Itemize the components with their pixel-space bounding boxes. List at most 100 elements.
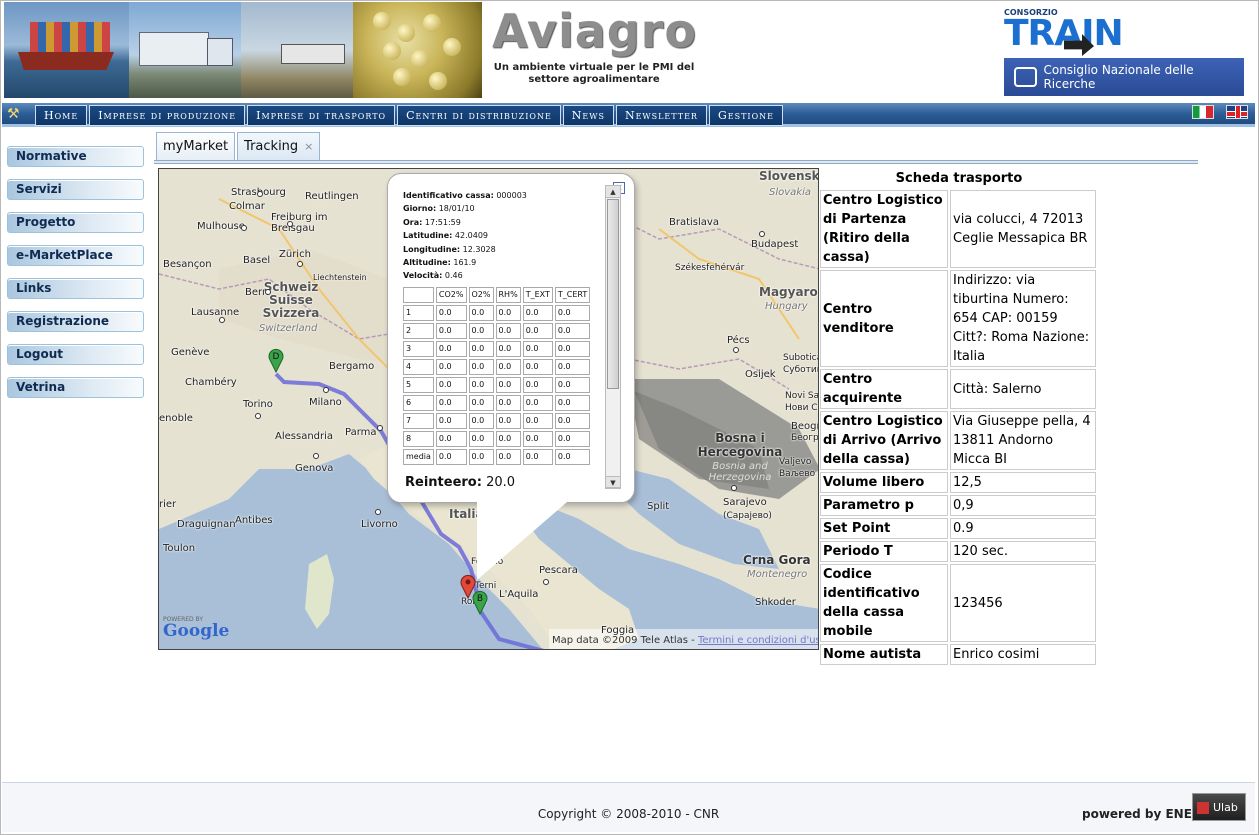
info-field-lon: Longitudine: 12.3028 (403, 243, 593, 256)
scheda-key: Centro venditore (820, 270, 948, 367)
main-nav: ⚒ Home Imprese di produzione Imprese di … (2, 103, 1255, 127)
tab-mymarket[interactable]: myMarket (156, 132, 236, 160)
map-attribution: Map data ©2009 Tele Atlas - Termini e co… (552, 635, 818, 646)
terms-link[interactable]: Termini e condizioni d'uso (698, 635, 818, 646)
table-header: T_EXT (522, 286, 553, 303)
table-row: 3 0.0 0.0 0.0 0.0 0.0 (403, 340, 591, 357)
sidebar-item-vetrina[interactable]: Vetrina (7, 377, 144, 398)
table-cell: 0.0 (554, 340, 591, 357)
scheda-value: Via Giuseppe pella, 4 13811 Andorno Micc… (950, 411, 1096, 470)
tools-icon[interactable]: ⚒ (7, 106, 25, 122)
map-label: (Сарајево) (723, 511, 772, 521)
table-cell: 0.0 (435, 358, 467, 375)
map-label: Reutlingen (305, 191, 359, 202)
marker-d-icon[interactable]: D (267, 347, 285, 373)
table-row: 6 0.0 0.0 0.0 0.0 0.0 (403, 394, 591, 411)
map-label: enoble (159, 413, 193, 424)
city-dot (297, 261, 303, 267)
table-row: Centro Logistico di Arrivo (Arrivo della… (820, 411, 1096, 470)
table-row: 1 0.0 0.0 0.0 0.0 0.0 (403, 304, 591, 321)
city-dot (219, 317, 225, 323)
sidebar-item-progetto[interactable]: Progetto (7, 212, 144, 233)
map-label: Magyarors (759, 285, 818, 299)
info-window-scrollbar[interactable]: ▲ ▼ (605, 185, 621, 489)
google-logo[interactable]: Google (163, 621, 229, 641)
table-cell: 0.0 (495, 322, 521, 339)
nav-newsletter[interactable]: Newsletter (615, 105, 707, 126)
table-cell: 0.0 (435, 448, 467, 465)
map-label: rier (159, 499, 177, 510)
close-icon[interactable]: × (304, 140, 313, 153)
cnr-logo[interactable]: Consiglio Nazionale delle Ricerche (1004, 58, 1244, 96)
scheda-value: Città: Salerno (950, 369, 1096, 409)
table-cell: 0.0 (522, 322, 553, 339)
nav-imprese-trasporto[interactable]: Imprese di trasporto (247, 105, 396, 126)
table-cell: 0.0 (554, 448, 591, 465)
table-cell: 0.0 (435, 322, 467, 339)
map-label: Torino (243, 399, 273, 410)
reinteero-readout: Reinteero: 20.0 (405, 475, 515, 490)
field-value: 0.46 (444, 271, 463, 281)
map-label: Ваљево (779, 469, 816, 479)
sidebar-item-e-marketplace[interactable]: e-MarketPlace (7, 245, 144, 266)
ulab-logo[interactable]: Ulab (1192, 793, 1246, 821)
table-cell: 0.0 (495, 304, 521, 321)
sidebar-item-logout[interactable]: Logout (7, 344, 144, 365)
site-footer: Copyright © 2008-2010 - CNR powered by E… (2, 782, 1255, 832)
scheda-trasporto: Scheda trasporto Centro Logistico di Par… (820, 170, 1098, 667)
table-cell: 0.0 (554, 322, 591, 339)
map-label: Subotica (783, 353, 819, 363)
table-header: RH% (495, 286, 521, 303)
tab-tracking[interactable]: Tracking × (237, 132, 321, 160)
table-cell: 1 (403, 304, 434, 321)
table-header: O2% (468, 286, 494, 303)
site-tagline: Un ambiente virtuale per le PMI del sett… (493, 62, 695, 85)
copyright-text: Copyright © 2008-2010 - CNR (537, 807, 720, 821)
map-label: Montenegro (747, 569, 808, 580)
table-cell: 0.0 (554, 394, 591, 411)
sidebar-item-servizi[interactable]: Servizi (7, 179, 144, 200)
table-row: Nome autista Enrico cosimi (820, 644, 1096, 665)
info-field-giorno: Giorno: 18/01/10 (403, 202, 593, 215)
table-cell: 0.0 (435, 412, 467, 429)
scheda-key: Centro Logistico di Partenza (Ritiro del… (820, 190, 948, 268)
nav-home[interactable]: Home (35, 105, 88, 126)
table-cell: 0.0 (468, 358, 494, 375)
tracking-map[interactable]: Strasbourg Reutlingen Colmar Freiburg im… (158, 168, 819, 650)
sidebar-item-normative[interactable]: Normative (7, 146, 144, 167)
map-label: Pécs (727, 335, 750, 346)
sensor-table: CO2% O2% RH% T_EXT T_CERT 1 0.0 0.0 0.0 0.0 0… (401, 285, 592, 467)
table-header: CO2% (435, 286, 467, 303)
map-label: Нови Сад (785, 403, 818, 413)
table-row: Set Point 0.9 (820, 518, 1096, 539)
nav-centri-distribuzione[interactable]: Centri di distribuzione (397, 105, 561, 126)
city-dot (543, 579, 549, 585)
scheda-value: 0,9 (950, 495, 1096, 516)
table-cell: 0.0 (468, 376, 494, 393)
map-label: Mulhouse (197, 221, 245, 232)
field-label: Latitudine: (403, 231, 453, 241)
nav-news[interactable]: News (562, 105, 614, 126)
nav-imprese-produzione[interactable]: Imprese di produzione (89, 105, 246, 126)
table-header: T_CERT (554, 286, 591, 303)
city-dot (733, 347, 739, 353)
scroll-down-icon[interactable]: ▼ (606, 476, 620, 488)
scroll-thumb[interactable] (607, 199, 619, 389)
nav-gestione[interactable]: Gestione (708, 105, 783, 126)
map-label: Bosnia and Herzegovina (708, 461, 772, 483)
info-field-lat: Latitudine: 42.0409 (403, 229, 593, 242)
sidebar-item-registrazione[interactable]: Registrazione (7, 311, 144, 332)
marker-b-icon[interactable]: B (471, 589, 489, 615)
table-row: 7 0.0 0.0 0.0 0.0 0.0 (403, 412, 591, 429)
scheda-key: Periodo T (820, 541, 948, 562)
scroll-up-icon[interactable]: ▲ (606, 186, 620, 198)
marker-label: D (273, 352, 280, 362)
uk-flag-icon[interactable] (1226, 105, 1248, 119)
scheda-value: 120 sec. (950, 541, 1096, 562)
marker-label: B (477, 594, 483, 604)
map-label: Parma (345, 427, 377, 438)
info-field-ora: Ora: 17:51:59 (403, 216, 593, 229)
map-label: Basel (243, 255, 271, 266)
sidebar-item-links[interactable]: Links (7, 278, 144, 299)
italian-flag-icon[interactable] (1192, 105, 1214, 119)
